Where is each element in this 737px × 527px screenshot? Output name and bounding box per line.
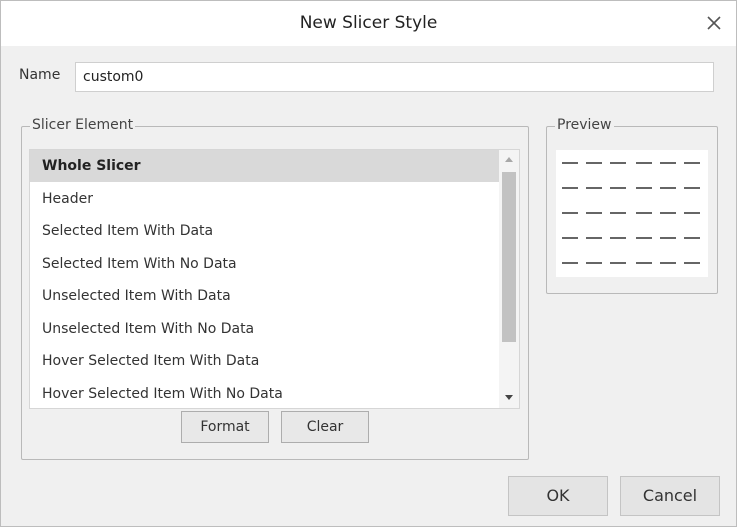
list-item[interactable]: Selected Item With No Data [30,248,499,280]
list-item[interactable]: Unselected Item With Data [30,280,499,312]
scroll-down-button[interactable] [499,388,519,408]
name-input[interactable] [75,62,714,92]
list-scrollbar[interactable] [499,150,519,408]
list-item[interactable]: Unselected Item With No Data [30,313,499,345]
list-item[interactable]: Header [30,183,499,215]
slicer-element-list[interactable]: Whole Slicer Header Selected Item With D… [29,149,520,409]
close-button[interactable] [704,13,724,33]
list-item[interactable]: Whole Slicer [30,150,499,182]
format-button[interactable]: Format [181,411,269,443]
close-icon [707,16,721,30]
cancel-button[interactable]: Cancel [620,476,720,516]
triangle-up-icon [505,157,513,162]
slicer-preview [556,150,708,277]
preview-dashes [562,162,700,264]
list-item[interactable]: Hover Selected Item With No Data [30,378,499,408]
title-bar: New Slicer Style [1,1,736,46]
ok-button[interactable]: OK [508,476,608,516]
name-label: Name [19,67,61,83]
scroll-thumb[interactable] [502,172,516,342]
new-slicer-style-dialog: New Slicer Style Name Slicer Element Who… [0,0,737,527]
dialog-title: New Slicer Style [299,13,438,33]
list-item[interactable]: Selected Item With Data [30,215,499,247]
triangle-down-icon [505,395,513,400]
list-item[interactable]: Hover Selected Item With Data [30,345,499,377]
scroll-up-button[interactable] [499,150,519,170]
clear-button[interactable]: Clear [281,411,369,443]
slicer-element-legend: Slicer Element [30,117,136,133]
preview-legend: Preview [555,117,614,133]
